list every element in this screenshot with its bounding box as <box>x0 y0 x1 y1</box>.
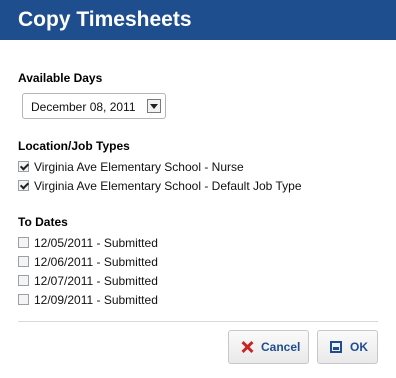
available-days-select[interactable]: December 08, 2011 <box>22 93 166 119</box>
dialog-header: Copy Timesheets <box>0 0 396 40</box>
to-date-row[interactable]: 12/06/2011 - Submitted <box>18 252 378 271</box>
to-date-label: 12/06/2011 - Submitted <box>34 254 158 269</box>
to-date-row[interactable]: 12/05/2011 - Submitted <box>18 233 378 252</box>
to-date-checkbox[interactable] <box>18 237 29 248</box>
to-date-checkbox[interactable] <box>18 256 29 267</box>
cancel-button[interactable]: Cancel <box>228 330 309 364</box>
location-job-type-checkbox[interactable] <box>18 180 29 191</box>
location-job-type-label: Virginia Ave Elementary School - Default… <box>34 178 302 193</box>
cancel-button-label: Cancel <box>261 340 301 354</box>
to-date-checkbox[interactable] <box>18 275 29 286</box>
ok-button[interactable]: OK <box>317 330 378 364</box>
location-job-type-checkbox[interactable] <box>18 161 29 172</box>
to-dates-label: To Dates <box>18 215 68 229</box>
save-icon <box>330 341 342 353</box>
footer-divider <box>18 321 378 322</box>
to-date-label: 12/05/2011 - Submitted <box>34 235 158 250</box>
to-dates-list: 12/05/2011 - Submitted 12/06/2011 - Subm… <box>18 233 378 309</box>
location-job-type-label: Virginia Ave Elementary School - Nurse <box>34 159 244 174</box>
to-date-row[interactable]: 12/09/2011 - Submitted <box>18 290 378 309</box>
dialog-title: Copy Timesheets <box>18 8 192 31</box>
to-date-label: 12/09/2011 - Submitted <box>34 292 158 307</box>
location-job-type-row[interactable]: Virginia Ave Elementary School - Default… <box>18 176 378 195</box>
to-date-checkbox[interactable] <box>18 294 29 305</box>
to-date-row[interactable]: 12/07/2011 - Submitted <box>18 271 378 290</box>
location-job-type-row[interactable]: Virginia Ave Elementary School - Nurse <box>18 157 378 176</box>
to-date-label: 12/07/2011 - Submitted <box>34 273 158 288</box>
dialog-buttons: Cancel OK <box>228 330 378 364</box>
chevron-down-icon[interactable] <box>147 99 161 113</box>
available-days-label: Available Days <box>18 71 103 85</box>
location-job-types-label: Location/Job Types <box>18 139 130 153</box>
ok-button-label: OK <box>350 340 368 354</box>
location-job-types-list: Virginia Ave Elementary School - Nurse V… <box>18 157 378 195</box>
dialog-content: Available Days December 08, 2011 Locatio… <box>0 71 396 322</box>
close-icon <box>241 341 253 353</box>
available-days-value: December 08, 2011 <box>31 100 136 114</box>
